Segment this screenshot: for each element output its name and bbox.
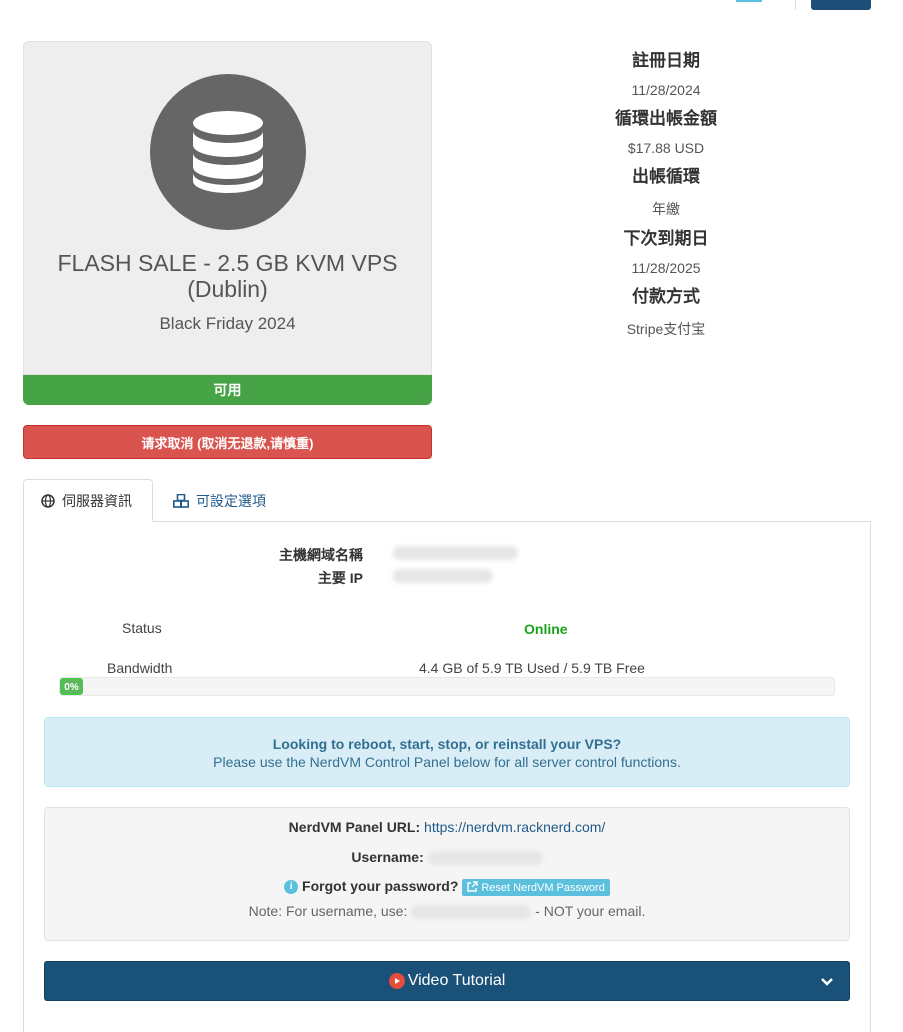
status-value: Online: [524, 621, 568, 637]
play-icon: [388, 973, 405, 989]
request-cancel-button[interactable]: 请求取消 (取消无退款,请慎重): [23, 425, 432, 459]
primary-ip-label: 主要 IP: [317, 570, 363, 586]
panel-url-label: NerdVM Panel URL:: [288, 819, 421, 835]
tab-bar: 伺服器資訊 可設定選項: [23, 479, 871, 522]
tab-server-info[interactable]: 伺服器資訊: [23, 479, 153, 522]
alert-title: Looking to reboot, start, stop, or reins…: [272, 736, 622, 752]
product-name: FLASH SALE - 2.5 GB KVM VPS (Dublin): [57, 250, 398, 302]
bandwidth-value: 4.4 GB of 5.9 TB Used / 5.9 TB Free: [419, 660, 645, 676]
hostname-label: 主機網域名稱: [279, 547, 363, 563]
external-link-icon: [467, 881, 478, 892]
top-divider: [795, 0, 796, 10]
primary-ip-value-redacted: [393, 569, 493, 583]
note-username-redacted: [411, 905, 532, 920]
tab-server-info-label: 伺服器資訊: [62, 492, 132, 509]
reset-password-label: Reset NerdVM Password: [481, 881, 605, 894]
product-group: Black Friday 2024: [159, 314, 296, 333]
nerdvm-panel-box: NerdVM Panel URL: https://nerdvm.rackner…: [44, 807, 850, 941]
video-tutorial-label: Video Tutorial: [407, 972, 506, 989]
cycle-label: 出帳循環: [632, 167, 700, 186]
top-action-button[interactable]: [811, 0, 871, 10]
status-badge: 可用: [23, 375, 432, 405]
top-accent-line: [736, 0, 762, 2]
panel-url-link[interactable]: https://nerdvm.racknerd.com/: [424, 819, 605, 835]
bandwidth-progress-fill: 0%: [60, 678, 83, 695]
payment-value: Stripe支付宝: [626, 321, 706, 337]
reg-date-value: 11/28/2024: [631, 82, 701, 98]
globe-icon: [41, 493, 55, 508]
database-icon: [150, 74, 306, 230]
cubes-icon: [173, 493, 189, 508]
control-panel-alert: Looking to reboot, start, stop, or reins…: [44, 717, 850, 787]
recurring-label: 循環出帳金額: [615, 109, 717, 128]
note-suffix: - NOT your email.: [535, 903, 646, 919]
username-line: Username:: [45, 849, 849, 866]
due-date-value: 11/28/2025: [631, 260, 701, 276]
reg-date-label: 註冊日期: [632, 51, 700, 70]
cycle-value: 年繳: [652, 201, 680, 217]
info-icon: i: [284, 880, 299, 895]
forgot-password-label: Forgot your password?: [302, 878, 459, 894]
video-tutorial-toggle[interactable]: Video Tutorial: [44, 961, 850, 1001]
chevron-down-icon: [821, 978, 833, 986]
status-label: Status: [122, 620, 162, 636]
due-date-label: 下次到期日: [623, 229, 709, 248]
payment-label: 付款方式: [632, 287, 700, 306]
hostname-value-redacted: [393, 546, 518, 560]
username-label: Username:: [351, 849, 424, 865]
panel-url-line: NerdVM Panel URL: https://nerdvm.rackner…: [45, 819, 849, 835]
forgot-password-line: i Forgot your password? Reset NerdVM Pas…: [45, 878, 849, 896]
bandwidth-label: Bandwidth: [107, 660, 173, 676]
reset-password-button[interactable]: Reset NerdVM Password: [462, 878, 610, 896]
recurring-value: $17.88 USD: [627, 140, 705, 156]
product-card: FLASH SALE - 2.5 GB KVM VPS (Dublin) Bla…: [23, 41, 432, 375]
tab-config-options[interactable]: 可設定選項: [169, 479, 266, 522]
alert-body: Please use the NerdVM Control Panel belo…: [213, 754, 681, 770]
username-note-line: Note: For username, use: - NOT your emai…: [45, 903, 849, 920]
note-prefix: Note: For username, use:: [248, 903, 408, 919]
username-value-redacted: [427, 851, 543, 866]
billing-details: 註冊日期 11/28/2024 循環出帳金額 $17.88 USD 出帳循環 年…: [520, 46, 812, 344]
bandwidth-progress: 0%: [59, 677, 835, 696]
tab-config-options-label: 可設定選項: [196, 492, 266, 509]
